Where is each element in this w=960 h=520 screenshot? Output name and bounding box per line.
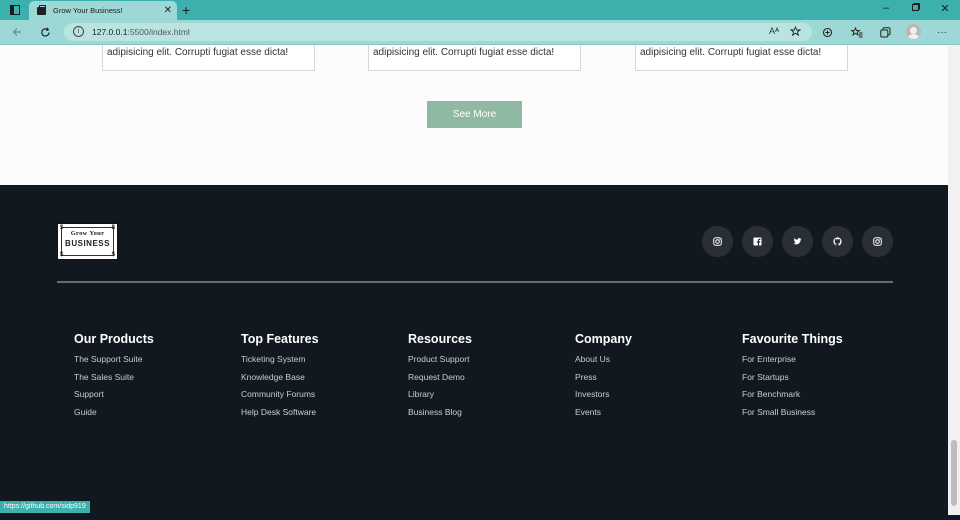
scrollbar-thumb[interactable] <box>951 440 957 506</box>
url-text: 127.0.0.1:5500/index.html <box>92 27 190 37</box>
footer-column-title: Top Features <box>241 332 319 346</box>
close-window-icon[interactable]: ✕ <box>936 2 954 15</box>
read-aloud-icon[interactable]: Aᴬ <box>769 26 779 36</box>
site-info-icon[interactable]: i <box>73 26 84 37</box>
footer-link[interactable]: Knowledge Base <box>241 372 319 390</box>
minimize-icon[interactable]: – <box>877 2 895 14</box>
favorites-icon[interactable] <box>849 24 865 40</box>
extensions-icon[interactable] <box>819 24 835 40</box>
footer-link[interactable]: Product Support <box>408 354 472 372</box>
footer-link[interactable]: Investors <box>575 389 632 407</box>
browser-tab[interactable]: Grow Your Business! ✕ <box>29 1 177 20</box>
instagram-link[interactable] <box>702 226 733 257</box>
footer-link[interactable]: For Enterprise <box>742 354 843 372</box>
footer-link[interactable]: Business Blog <box>408 407 472 425</box>
logo-line-1: Grow Your <box>70 230 105 237</box>
footer-link[interactable]: Library <box>408 389 472 407</box>
page-viewport: adipisicing elit. Corrupti fugiat esse d… <box>0 45 948 515</box>
footer-link[interactable]: About Us <box>575 354 632 372</box>
footer-link[interactable]: Community Forums <box>241 389 319 407</box>
restore-icon[interactable] <box>907 2 925 14</box>
github-link[interactable] <box>822 226 853 257</box>
address-bar: i 127.0.0.1:5500/index.html Aᴬ ··· <box>0 20 960 45</box>
collections-icon[interactable] <box>877 24 893 40</box>
feature-card: adipisicing elit. Corrupti fugiat esse d… <box>635 45 848 71</box>
footer-column-title: Resources <box>408 332 472 346</box>
footer-link[interactable]: Events <box>575 407 632 425</box>
feature-card: adipisicing elit. Corrupti fugiat esse d… <box>368 45 581 71</box>
tab-actions-icon[interactable] <box>7 2 23 18</box>
os-taskbar <box>0 515 960 520</box>
status-bar-url: https://github.com/sidp919 <box>0 501 90 513</box>
footer-link[interactable]: Ticketing System <box>241 354 319 372</box>
card-text: adipisicing elit. Corrupti fugiat esse d… <box>107 47 289 58</box>
footer-link[interactable]: The Support Suite <box>74 354 154 372</box>
browser-tab-bar: Grow Your Business! ✕ + – ✕ <box>0 0 960 20</box>
footer-column-title: Company <box>575 332 632 346</box>
back-icon[interactable] <box>8 23 26 41</box>
facebook-icon <box>753 237 762 246</box>
footer-divider <box>57 281 893 283</box>
card-text: adipisicing elit. Corrupti fugiat esse d… <box>373 47 555 58</box>
footer-column-top-features: Top Features Ticketing System Knowledge … <box>241 332 319 424</box>
footer-column-title: Our Products <box>74 332 154 346</box>
reload-icon[interactable] <box>36 23 54 41</box>
url-field[interactable]: i 127.0.0.1:5500/index.html Aᴬ <box>64 23 812 41</box>
footer-logo[interactable]: $ $ $ $ Grow Your BUSINESS <box>57 223 118 260</box>
footer-column-our-products: Our Products The Support Suite The Sales… <box>74 332 154 424</box>
footer-link[interactable]: For Benchmark <box>742 389 843 407</box>
briefcase-icon <box>37 4 46 15</box>
footer-link[interactable]: Press <box>575 372 632 390</box>
github-icon <box>833 237 842 246</box>
footer-link[interactable]: Help Desk Software <box>241 407 319 425</box>
footer-column-title: Favourite Things <box>742 332 843 346</box>
footer-link[interactable]: For Small Business <box>742 407 843 425</box>
footer-column-favourite-things: Favourite Things For Enterprise For Star… <box>742 332 843 424</box>
footer-column-resources: Resources Product Support Request Demo L… <box>408 332 472 424</box>
url-path: :5500/index.html <box>127 27 190 37</box>
add-favorite-icon[interactable] <box>789 25 802 39</box>
twitter-icon <box>793 238 802 245</box>
close-tab-icon[interactable]: ✕ <box>164 5 172 16</box>
instagram-icon <box>873 237 882 246</box>
footer-link[interactable]: For Startups <box>742 372 843 390</box>
footer-link[interactable]: The Sales Suite <box>74 372 154 390</box>
vertical-scrollbar[interactable] <box>948 45 960 515</box>
logo-dollar: $ <box>111 252 115 258</box>
twitter-link[interactable] <box>782 226 813 257</box>
footer-link[interactable]: Guide <box>74 407 154 425</box>
url-host: 127.0.0.1 <box>92 27 128 37</box>
more-menu-icon[interactable]: ··· <box>934 24 950 40</box>
footer-column-company: Company About Us Press Investors Events <box>575 332 632 424</box>
facebook-link[interactable] <box>742 226 773 257</box>
new-tab-button[interactable]: + <box>182 1 190 19</box>
instagram-icon <box>713 237 722 246</box>
footer-link[interactable]: Request Demo <box>408 372 472 390</box>
feature-card: adipisicing elit. Corrupti fugiat esse d… <box>102 45 315 71</box>
instagram-link[interactable] <box>862 226 893 257</box>
see-more-button[interactable]: See More <box>427 101 522 128</box>
logo-dollar: $ <box>60 252 64 258</box>
footer-link[interactable]: Support <box>74 389 154 407</box>
site-footer: $ $ $ $ Grow Your BUSINESS Our Products … <box>0 185 948 515</box>
card-text: adipisicing elit. Corrupti fugiat esse d… <box>640 47 822 58</box>
logo-line-2: BUSINESS <box>65 239 110 248</box>
tab-title: Grow Your Business! <box>53 6 123 15</box>
profile-avatar[interactable] <box>906 24 921 39</box>
